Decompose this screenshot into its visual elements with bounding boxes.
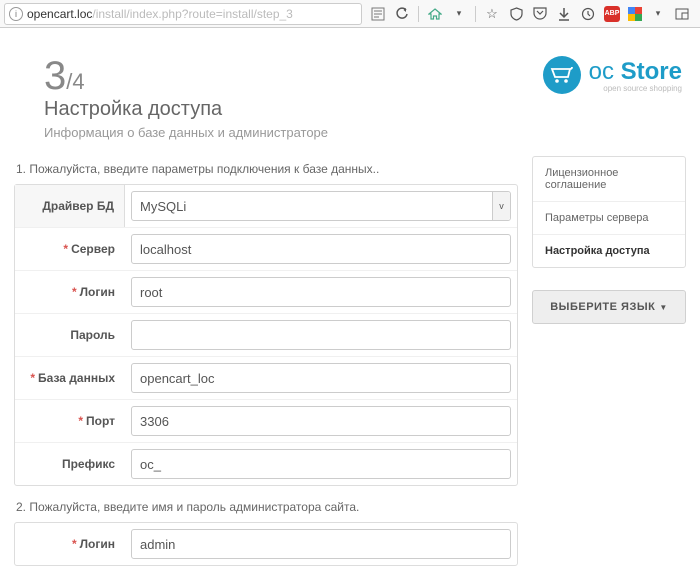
logo-subtext: open source shopping (589, 84, 682, 93)
home-icon[interactable] (427, 6, 443, 22)
dropdown-icon[interactable]: ▾ (451, 6, 467, 22)
nav-item-access[interactable]: Настройка доступа (533, 235, 685, 267)
label-driver: Драйвер БД (15, 185, 125, 227)
row-driver: Драйвер БД MySQLi v (15, 185, 517, 227)
nav-item-license[interactable]: Лицензионное соглашение (533, 157, 685, 202)
dev-icon[interactable] (674, 6, 690, 22)
steps-nav: Лицензионное соглашение Параметры сервер… (532, 156, 686, 268)
browser-toolbar: i opencart.loc/install/index.php?route=i… (0, 0, 700, 28)
dropdown2-icon[interactable]: ▾ (650, 6, 666, 22)
logo-icon (543, 56, 581, 94)
driver-select[interactable]: MySQLi (131, 191, 511, 221)
row-prefix: Префикс (15, 442, 517, 485)
db-input[interactable] (131, 363, 511, 393)
browser-actions: ▾ ☆ ABP ▾ (364, 6, 696, 22)
logo: oc Store open source shopping (543, 56, 682, 94)
google-icon[interactable] (628, 7, 642, 21)
url-text: opencart.loc/install/index.php?route=ins… (27, 7, 357, 21)
admin-login-input[interactable] (131, 529, 511, 559)
shield-icon[interactable] (508, 6, 524, 22)
info-icon: i (9, 7, 23, 21)
reader-icon[interactable] (370, 6, 386, 22)
history-icon[interactable] (580, 6, 596, 22)
row-admin-login: *Логин (15, 523, 517, 565)
label-host: *Сервер (15, 228, 125, 270)
section1-title: 1. Пожалуйста, введите параметры подключ… (16, 162, 518, 176)
port-input[interactable] (131, 406, 511, 436)
admin-form: *Логин (14, 522, 518, 566)
download-icon[interactable] (556, 6, 572, 22)
step-indicator: 3/4 (44, 56, 328, 96)
page-title: Настройка доступа (44, 98, 328, 121)
password-input[interactable] (131, 320, 511, 350)
label-port: *Порт (15, 400, 125, 442)
caret-down-icon: ▼ (659, 303, 667, 312)
prefix-input[interactable] (131, 449, 511, 479)
step-total: /4 (66, 69, 84, 94)
abp-icon[interactable]: ABP (604, 6, 620, 22)
row-host: *Сервер (15, 227, 517, 270)
host-input[interactable] (131, 234, 511, 264)
label-admin-login: *Логин (15, 523, 125, 565)
header-text: 3/4 Настройка доступа Информация о базе … (44, 56, 328, 140)
pocket-icon[interactable] (532, 6, 548, 22)
star-icon[interactable]: ☆ (484, 6, 500, 22)
label-db: *База данных (15, 357, 125, 399)
db-form: Драйвер БД MySQLi v *Сервер *Логин (14, 184, 518, 486)
page-content: 3/4 Настройка доступа Информация о базе … (0, 28, 700, 566)
nav-item-server[interactable]: Параметры сервера (533, 202, 685, 235)
label-user: *Логин (15, 271, 125, 313)
page-header: 3/4 Настройка доступа Информация о базе … (14, 48, 686, 156)
row-user: *Логин (15, 270, 517, 313)
page-description: Информация о базе данных и администратор… (44, 125, 328, 140)
label-prefix: Префикс (15, 443, 125, 485)
step-current: 3 (44, 54, 66, 98)
user-input[interactable] (131, 277, 511, 307)
url-bar[interactable]: i opencart.loc/install/index.php?route=i… (4, 3, 362, 25)
row-port: *Порт (15, 399, 517, 442)
section2-title: 2. Пожалуйста, введите имя и пароль адми… (16, 500, 518, 514)
logo-text: oc Store (589, 58, 682, 86)
label-password: Пароль (15, 314, 125, 356)
reload-icon[interactable] (394, 6, 410, 22)
language-button[interactable]: ВЫБЕРИТЕ ЯЗЫК▼ (532, 290, 686, 324)
row-db: *База данных (15, 356, 517, 399)
row-password: Пароль (15, 313, 517, 356)
